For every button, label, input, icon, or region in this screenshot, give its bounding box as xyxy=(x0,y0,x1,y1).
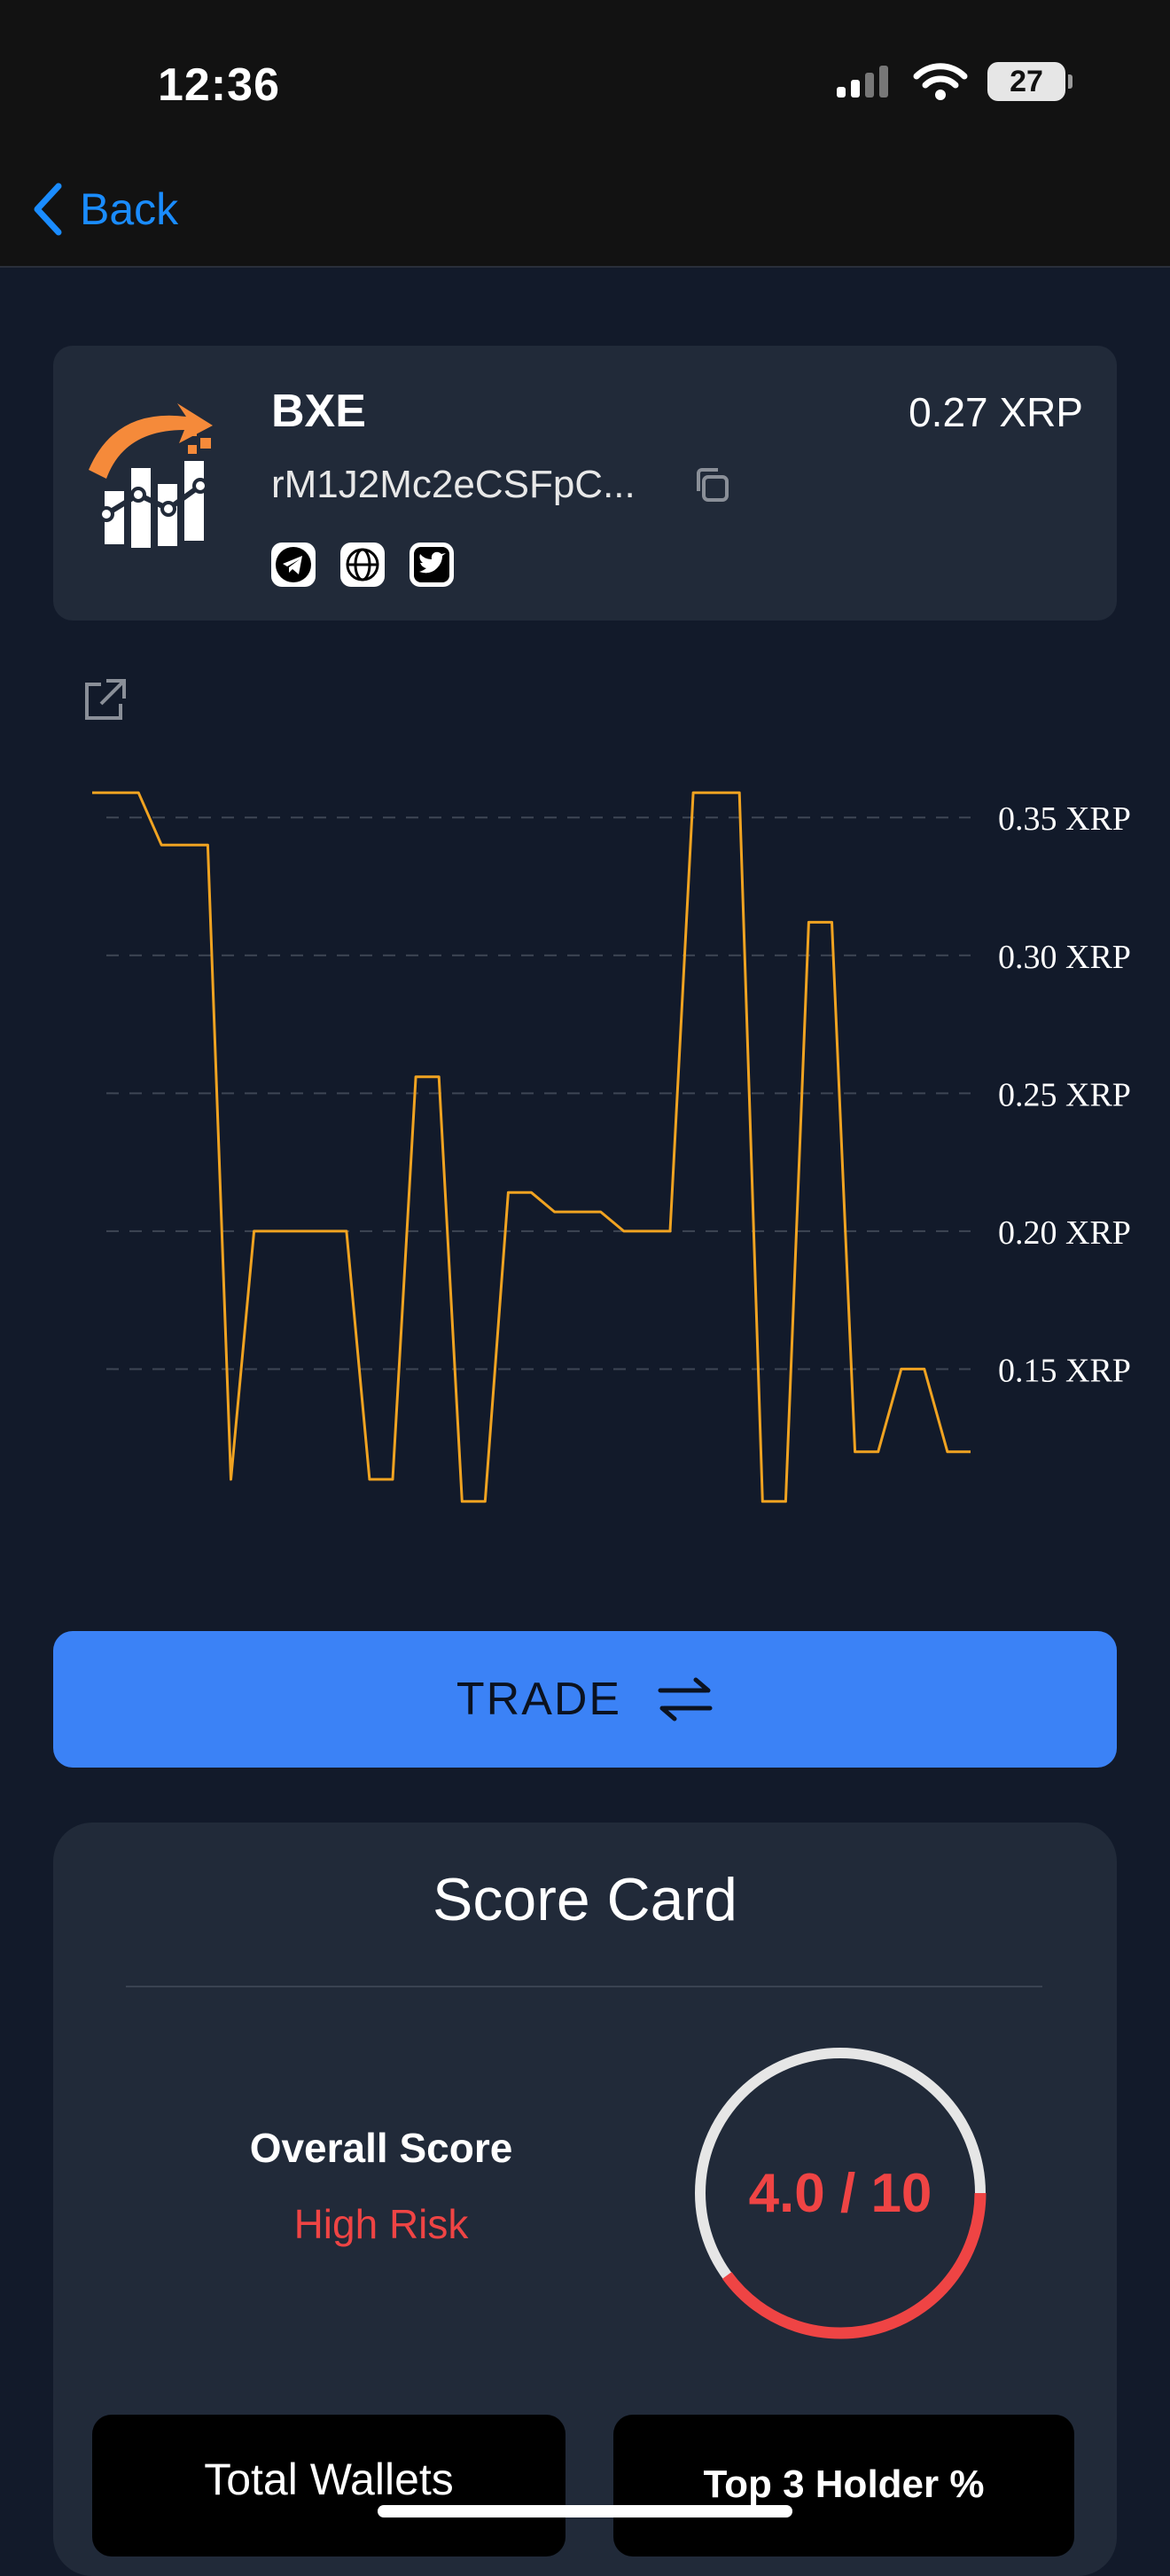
social-links xyxy=(271,543,454,587)
swap-arrows-icon xyxy=(658,1677,713,1721)
trade-button[interactable]: TRADE xyxy=(53,1631,1117,1768)
token-card: BXE 0.27 XRP rM1J2Mc2eCSFpC... xyxy=(53,346,1117,621)
trade-label: TRADE xyxy=(456,1674,622,1725)
status-bar: 12:36 27 xyxy=(0,0,1170,170)
overall-score-label: Overall Score xyxy=(249,2125,513,2171)
y-tick-label: 0.15 XRP xyxy=(998,1352,1131,1389)
external-link-icon[interactable] xyxy=(80,675,129,725)
battery-icon: 27 xyxy=(987,62,1072,101)
top3-holder-label: Top 3 Holder % xyxy=(703,2463,985,2506)
copy-icon[interactable] xyxy=(690,463,734,507)
top-holders-card[interactable]: Top 3 Holder % xyxy=(613,2415,1074,2556)
score-card-title: Score Card xyxy=(433,1866,737,1933)
token-logo xyxy=(89,403,213,548)
back-label: Back xyxy=(80,184,179,234)
y-tick-label: 0.20 XRP xyxy=(998,1214,1131,1252)
status-icons: 27 xyxy=(835,62,1072,101)
total-wallets-label: Total Wallets xyxy=(204,2455,454,2504)
price-chart: 0.35 XRP 0.30 XRP 0.25 XRP 0.20 XRP 0.15 XRP xyxy=(92,791,1131,1503)
cellular-signal-icon xyxy=(837,66,888,98)
back-button[interactable]: Back xyxy=(32,183,178,236)
price-line xyxy=(92,791,971,1503)
home-indicator xyxy=(378,2505,792,2517)
y-tick-label: 0.35 XRP xyxy=(998,800,1131,838)
twitter-icon[interactable] xyxy=(410,543,454,587)
chevron-left-icon xyxy=(34,183,62,236)
divider xyxy=(126,1986,1042,1987)
total-wallets-card[interactable]: Total Wallets xyxy=(92,2415,566,2556)
nav-bar: Back xyxy=(0,170,1170,268)
y-tick-label: 0.25 XRP xyxy=(998,1076,1131,1113)
telegram-icon[interactable] xyxy=(271,543,316,587)
status-time: 12:36 xyxy=(158,59,280,111)
token-address: rM1J2Mc2eCSFpC... xyxy=(271,463,636,506)
token-name: BXE xyxy=(271,386,366,437)
token-price: 0.27 XRP xyxy=(909,389,1083,435)
risk-level-label: High Risk xyxy=(293,2201,469,2247)
wifi-icon xyxy=(913,63,968,100)
y-tick-label: 0.30 XRP xyxy=(998,939,1131,976)
score-value: 4.0 / 10 xyxy=(748,2162,932,2224)
globe-icon[interactable] xyxy=(340,543,385,587)
